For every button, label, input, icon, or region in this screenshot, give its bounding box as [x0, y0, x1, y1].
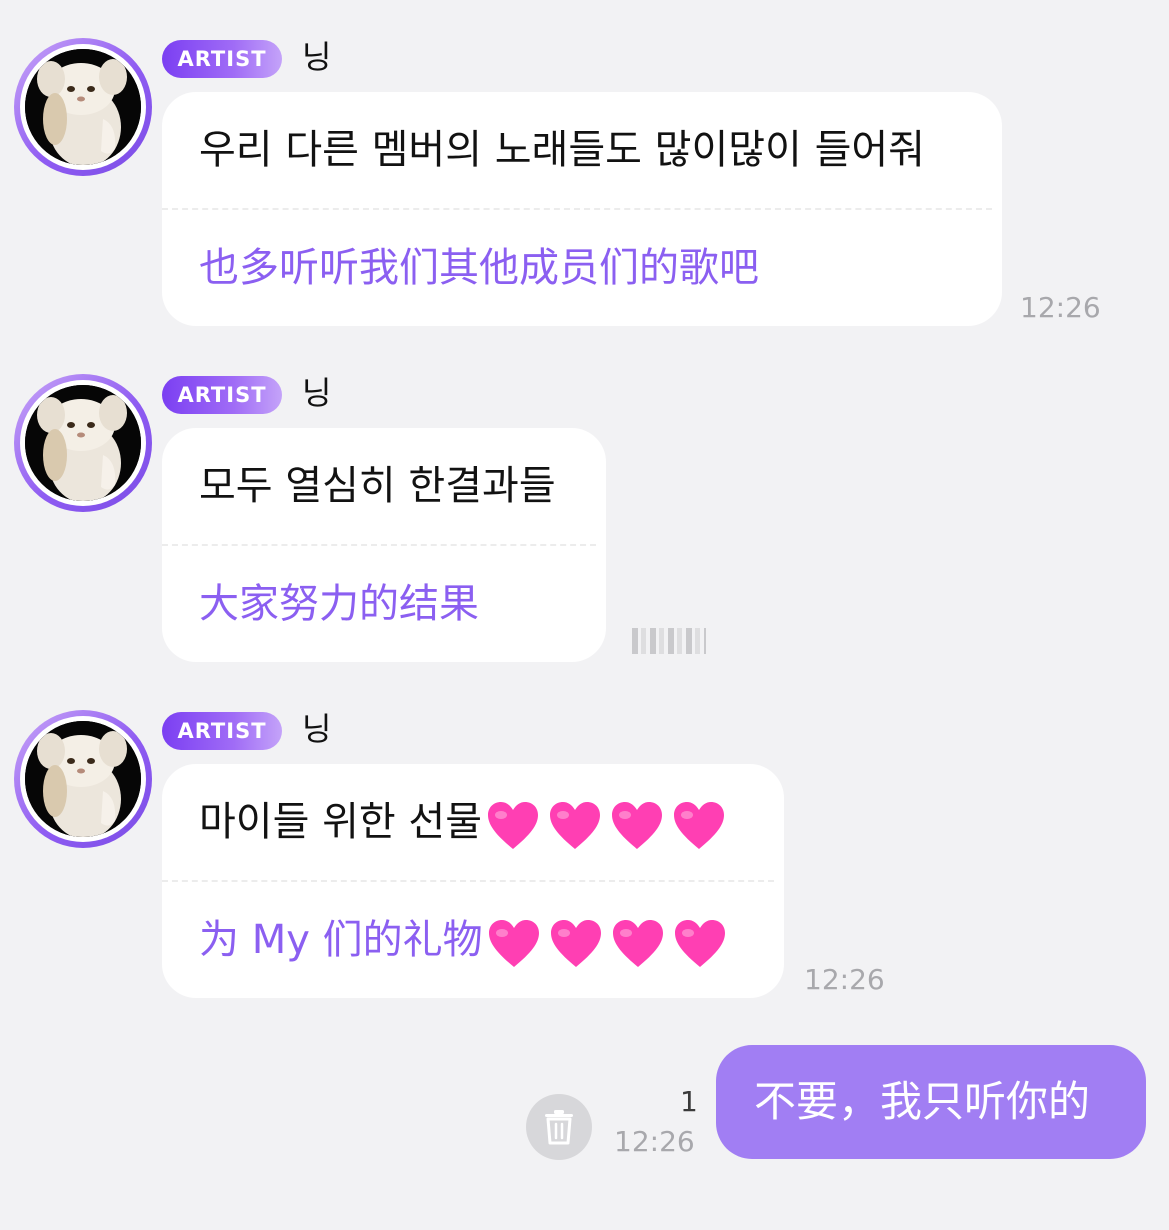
- message-text-translation-content: 为 My 们的礼物: [199, 917, 483, 963]
- heart-icon: [548, 801, 602, 851]
- message-text-translation: 也多听听我们其他成员们的歌吧: [199, 245, 759, 291]
- heart-emoji-group: [487, 914, 735, 970]
- message-text-translation: 大家努力的结果: [199, 581, 479, 627]
- cat-avatar-image: [25, 721, 141, 837]
- message-text-korean: 모두 열심히 한결과들: [199, 463, 556, 509]
- heart-icon: [611, 919, 665, 969]
- heart-icon: [610, 801, 664, 851]
- message-item: ARTIST 닝 우리 다른 멤버의 노래들도 많이많이 들어줘 也多听听我们其…: [0, 0, 1169, 330]
- message-bubble[interactable]: 모두 열심히 한결과들 大家努力的结果: [162, 428, 606, 662]
- avatar[interactable]: [14, 710, 152, 848]
- artist-badge: ARTIST: [162, 40, 282, 78]
- sender-name: 닝: [302, 374, 332, 412]
- my-message-time: 12:26: [614, 1125, 695, 1158]
- unread-count: 1: [680, 1085, 698, 1118]
- delete-button[interactable]: [526, 1094, 592, 1160]
- message-time: 12:26: [1020, 291, 1101, 324]
- artist-badge: ARTIST: [162, 712, 282, 750]
- obscured-timestamp: [632, 628, 706, 654]
- message-item: ARTIST 닝 모두 열심히 한결과들 大家努力的结果: [0, 336, 1169, 666]
- heart-icon: [549, 919, 603, 969]
- message-text-korean-content: 마이들 위한 선물: [199, 799, 483, 845]
- heart-icon: [486, 801, 540, 851]
- my-message-text: 不要，我只听你的: [754, 1077, 1091, 1126]
- sender-name: 닝: [302, 710, 332, 748]
- message-item: ARTIST 닝 마이들 위한 선물 为 My 们的礼物 12:26: [0, 672, 1169, 1002]
- translation-divider: [162, 208, 992, 210]
- message-bubble[interactable]: 우리 다른 멤버의 노래들도 많이많이 들어줘 也多听听我们其他成员们的歌吧: [162, 92, 1002, 326]
- sender-name: 닝: [302, 38, 332, 76]
- cat-avatar-image: [25, 49, 141, 165]
- translation-divider: [162, 880, 774, 882]
- heart-emoji-group: [486, 796, 734, 852]
- cat-avatar-image: [25, 385, 141, 501]
- message-text-korean: 우리 다른 멤버의 노래들도 많이많이 들어줘: [199, 127, 925, 173]
- translation-divider: [162, 544, 596, 546]
- trash-icon: [545, 1110, 573, 1145]
- heart-icon: [487, 919, 541, 969]
- avatar[interactable]: [14, 374, 152, 512]
- message-bubble[interactable]: 마이들 위한 선물 为 My 们的礼物: [162, 764, 784, 998]
- heart-icon: [672, 801, 726, 851]
- message-text-korean: 마이들 위한 선물: [199, 794, 734, 852]
- my-message-bubble[interactable]: 不要，我只听你的: [716, 1045, 1146, 1159]
- avatar[interactable]: [14, 38, 152, 176]
- message-text-translation: 为 My 们的礼物: [199, 912, 735, 970]
- message-time: 12:26: [804, 963, 885, 996]
- heart-icon: [673, 919, 727, 969]
- artist-badge: ARTIST: [162, 376, 282, 414]
